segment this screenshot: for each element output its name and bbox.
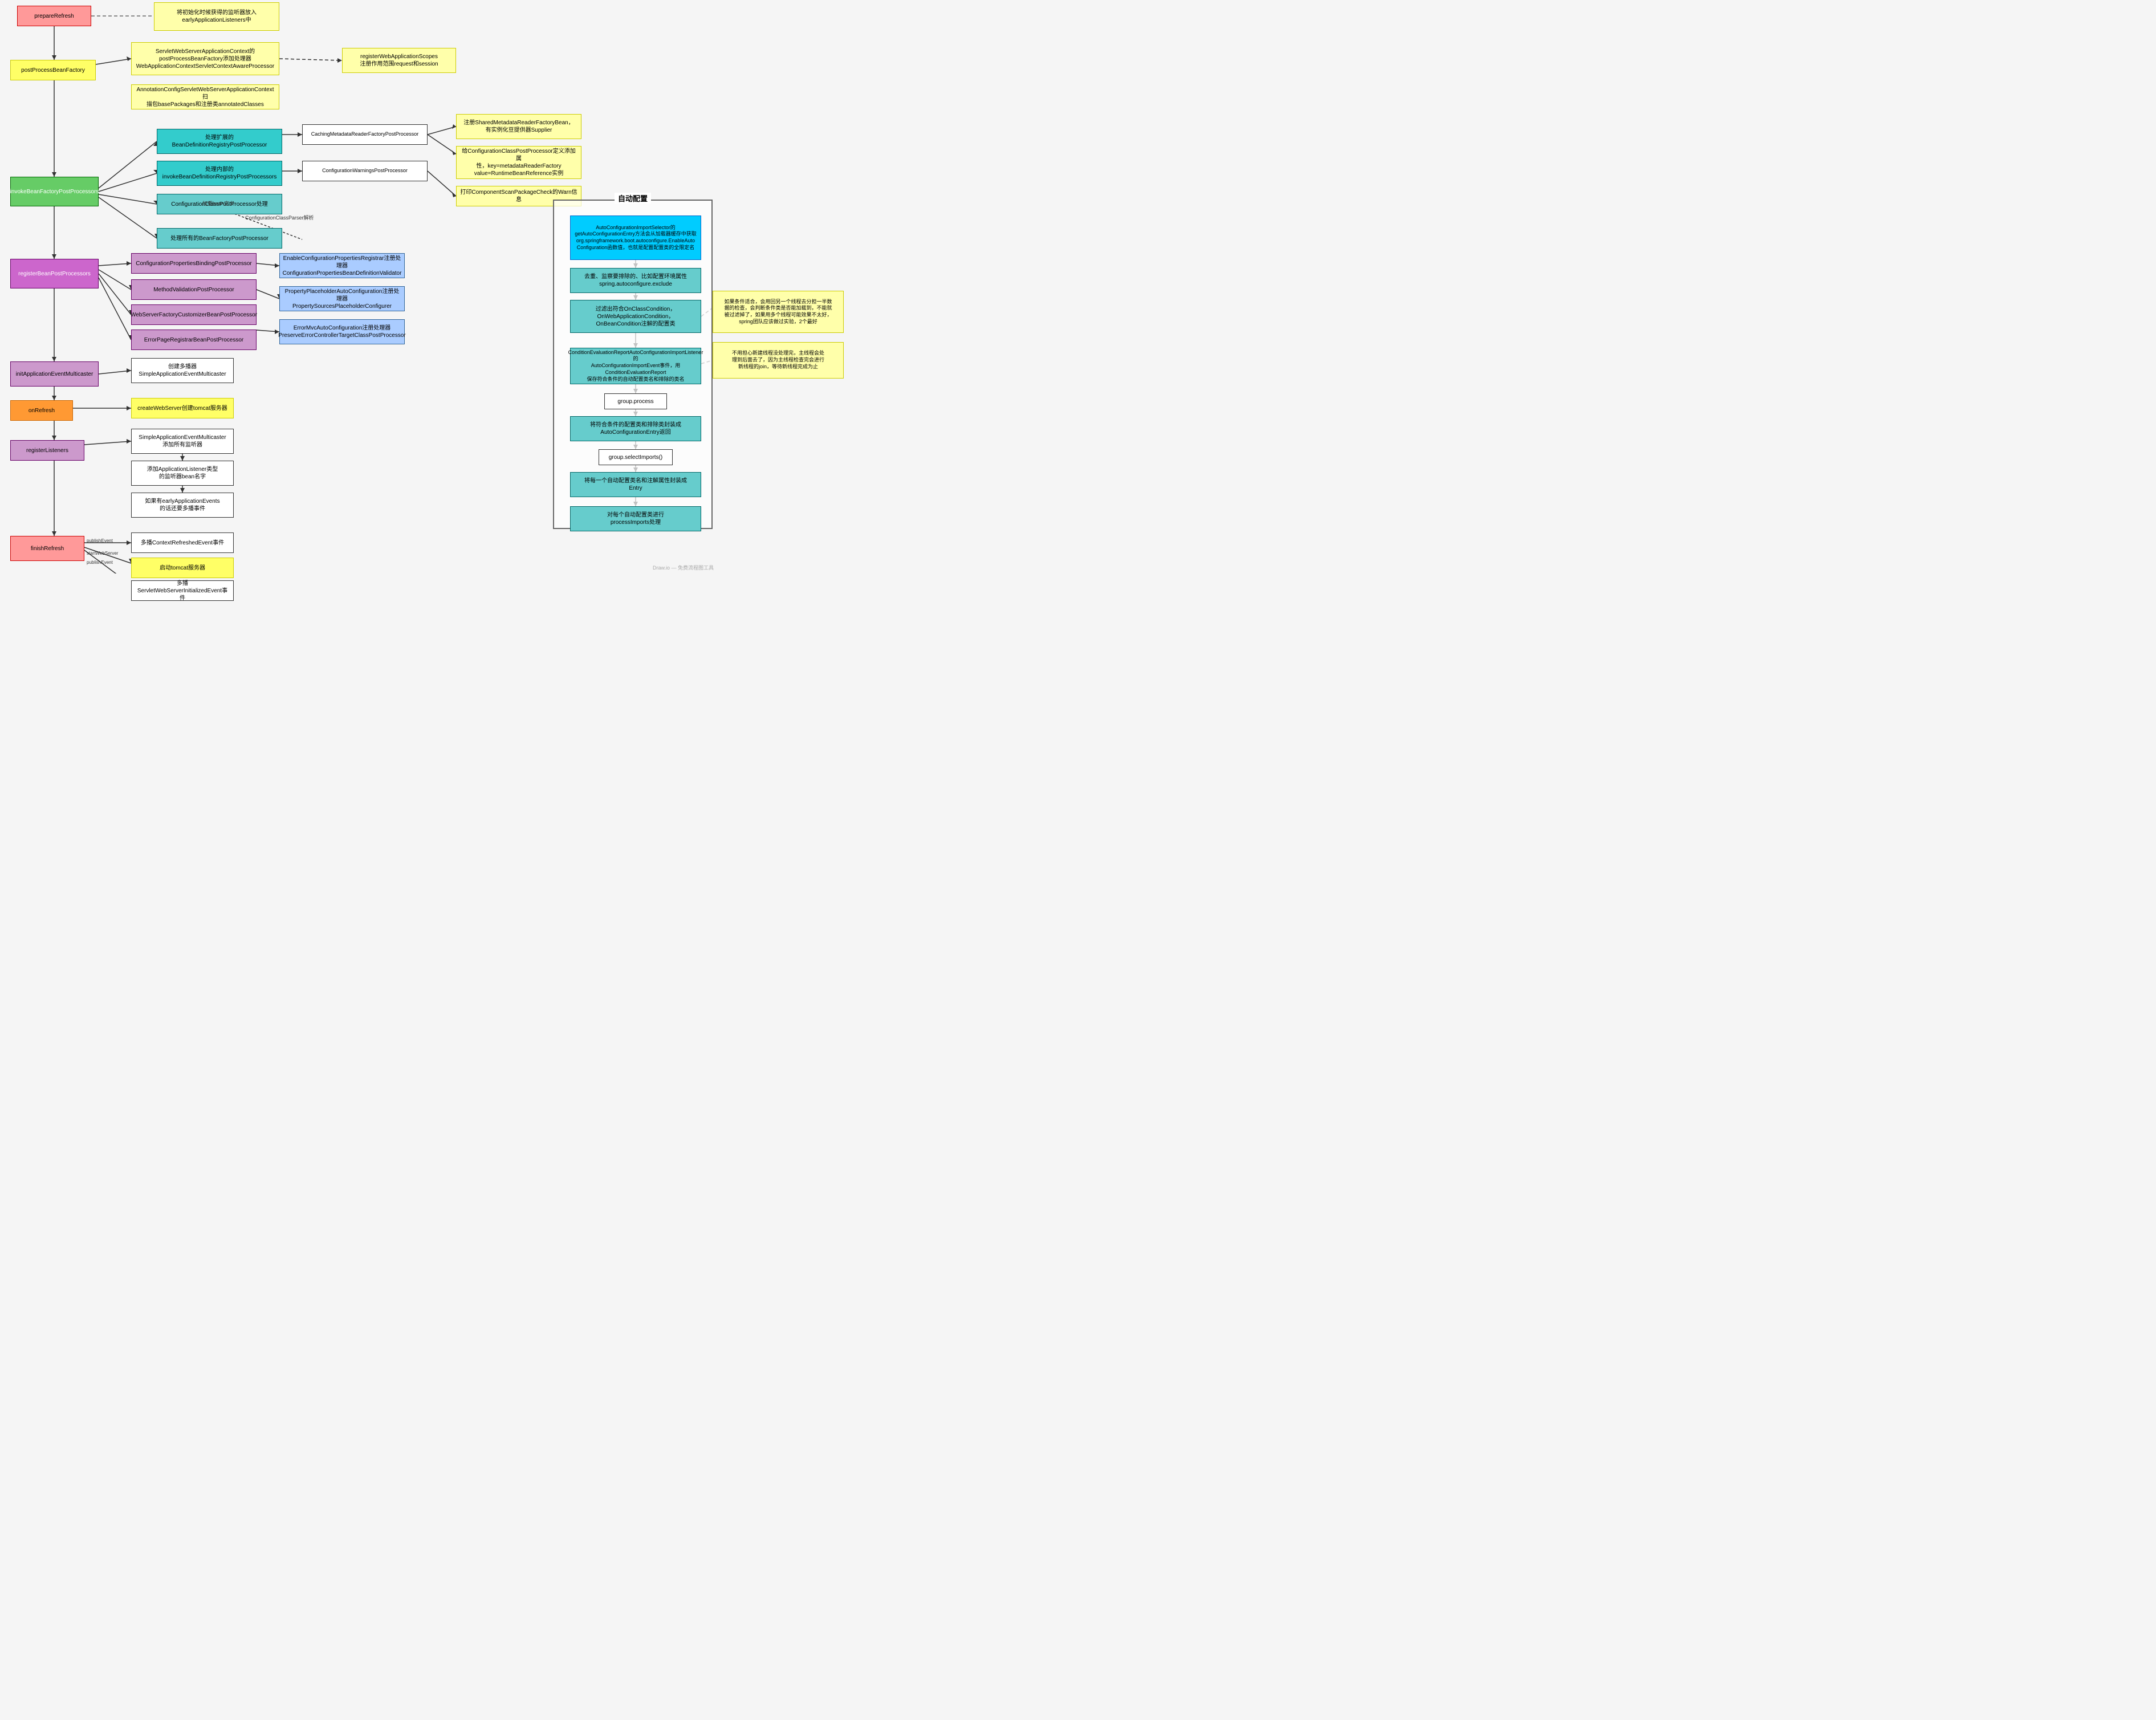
watermark: Draw.io — 免费流程图工具 (653, 564, 714, 571)
node-createMulticaster: 创建多播器 SimpleApplicationEventMulticaster (131, 358, 234, 383)
node-multicastServletWeb: 多播ServletWebServerInitializedEvent事件 (131, 580, 234, 601)
node-finishRefresh: finishRefresh (10, 536, 84, 561)
label-publishEvent1: publishEvent (87, 538, 113, 543)
node-filterCondition: 过滤出符合OnClassCondition， OnWebApplicationC… (570, 300, 701, 333)
node-processExpanded: 处理扩展的 BeanDefinitionRegistryPostProcesso… (157, 129, 282, 154)
node-simpleMulticaster2: SimpleApplicationEventMulticaster 添加所有监听… (131, 429, 234, 454)
node-startTomcat: 启动tomcat服务器 (131, 558, 234, 578)
node-prepareRefresh: prepareRefresh (17, 6, 91, 26)
node-errorMvc: ErrorMvcAutoConfiguration注册处理器 PreserveE… (279, 319, 405, 344)
label-configClassParser: ConfigurationClassParser解析 (245, 214, 314, 221)
node-deduplication: 去重、监察要排除的、比如配置环境属性 spring.autoconfigure.… (570, 268, 701, 293)
node-propertyPlaceholder: PropertyPlaceholderAutoConfiguration注册处理… (279, 286, 405, 311)
node-initApplicationEventMulticaster: initApplicationEventMulticaster (10, 361, 99, 387)
node-wrapEntry: 将每一个自动配置类名和注解属性封装成 Entry (570, 472, 701, 497)
node-registerWebAppScopes: registerWebApplicationScopes 注册作用范围reque… (342, 48, 456, 73)
autoconfig-title: 自动配置 (615, 193, 651, 204)
node-processAllBeanFactory: 处理所有的BeanFactoryPostProcessor (157, 228, 282, 249)
node-invokeBeanFactoryPostProcessors: invokeBeanFactoryPostProcessors (10, 177, 99, 206)
node-threadNote2: 不用担心新建线程没处理完，主线程会处 理到后面去了，因为主线程检查完会进行 新线… (713, 342, 844, 379)
node-registerBeanPostProcessors: registerBeanPostProcessors (10, 259, 99, 288)
node-methodValidation: MethodValidationPostProcessor (131, 279, 257, 300)
node-autoImportSelector: AutoConfigurationImportSelector的 getAuto… (570, 215, 701, 260)
node-registerListeners: registerListeners (10, 440, 84, 461)
node-annotationConfig: AnnotationConfigServletWebServerApplicat… (131, 84, 279, 109)
node-sharedMetadata: 注册SharedMetadataReaderFactoryBean， 有实例化豆… (456, 114, 581, 139)
node-configWarnings: ConfigurationWarningsPostProcessor (302, 161, 428, 181)
node-groupProcess: group.process (604, 393, 667, 409)
label-startWebServer: startWebServer (87, 551, 118, 556)
label-publishEvent2: publishEvent (87, 560, 113, 565)
node-addAppListener: 添加ApplicationListener类型 的监听器bean名字 (131, 461, 234, 486)
label-loadBeanDef: 加载bean定义 (202, 200, 234, 207)
node-conditionReport: ConditionEvaluationReportAutoConfigurati… (570, 348, 701, 384)
node-webServerFactory: WebServerFactoryCustomizerBeanPostProces… (131, 304, 257, 325)
node-servletWebServer1: ServletWebServerApplicationContext的 post… (131, 42, 279, 75)
node-onRefresh: onRefresh (10, 400, 73, 421)
node-groupSelectImports: group.selectImports() (599, 449, 673, 465)
node-multicastContextRefreshed: 多播ContextRefreshedEvent事件 (131, 532, 234, 553)
node-postProcessBeanFactory: postProcessBeanFactory (10, 60, 96, 80)
node-wrapAutoConfig: 将符合条件的配置类和排除类封装成 AutoConfigurationEntry返… (570, 416, 701, 441)
diagram-container: prepareRefresh 将初始化时候获得的监听器放入 earlyAppli… (0, 0, 718, 574)
node-errorPageRegistrar: ErrorPageRegistrarBeanPostProcessor (131, 330, 257, 350)
node-earlyEvents: 如果有earlyApplicationEvents 的话还要多播事件 (131, 493, 234, 518)
node-configPropertiesBinding: ConfigurationPropertiesBindingPostProces… (131, 253, 257, 274)
node-prepareRefreshDesc: 将初始化时候获得的监听器放入 earlyApplicationListeners… (154, 2, 279, 31)
node-createWebServer: createWebServer创建tomcat服务器 (131, 398, 234, 418)
node-threadNote1: 如果条件适合，会用回另一个线程去分担一半数 据的检查，会判断条件类是否能加载到，… (713, 291, 844, 333)
node-configClassDef: 给ConfigurationClassPostProcessor定义添加属 性，… (456, 146, 581, 179)
node-cachingMetadata: CachingMetadataReaderFactoryPostProcesso… (302, 124, 428, 145)
node-enableConfigProps: EnableConfigurationPropertiesRegistrar注册… (279, 253, 405, 278)
node-processInternal: 处理内部的 invokeBeanDefinitionRegistryPostPr… (157, 161, 282, 186)
node-processImports: 对每个自动配置类进行 processImports处理 (570, 506, 701, 531)
